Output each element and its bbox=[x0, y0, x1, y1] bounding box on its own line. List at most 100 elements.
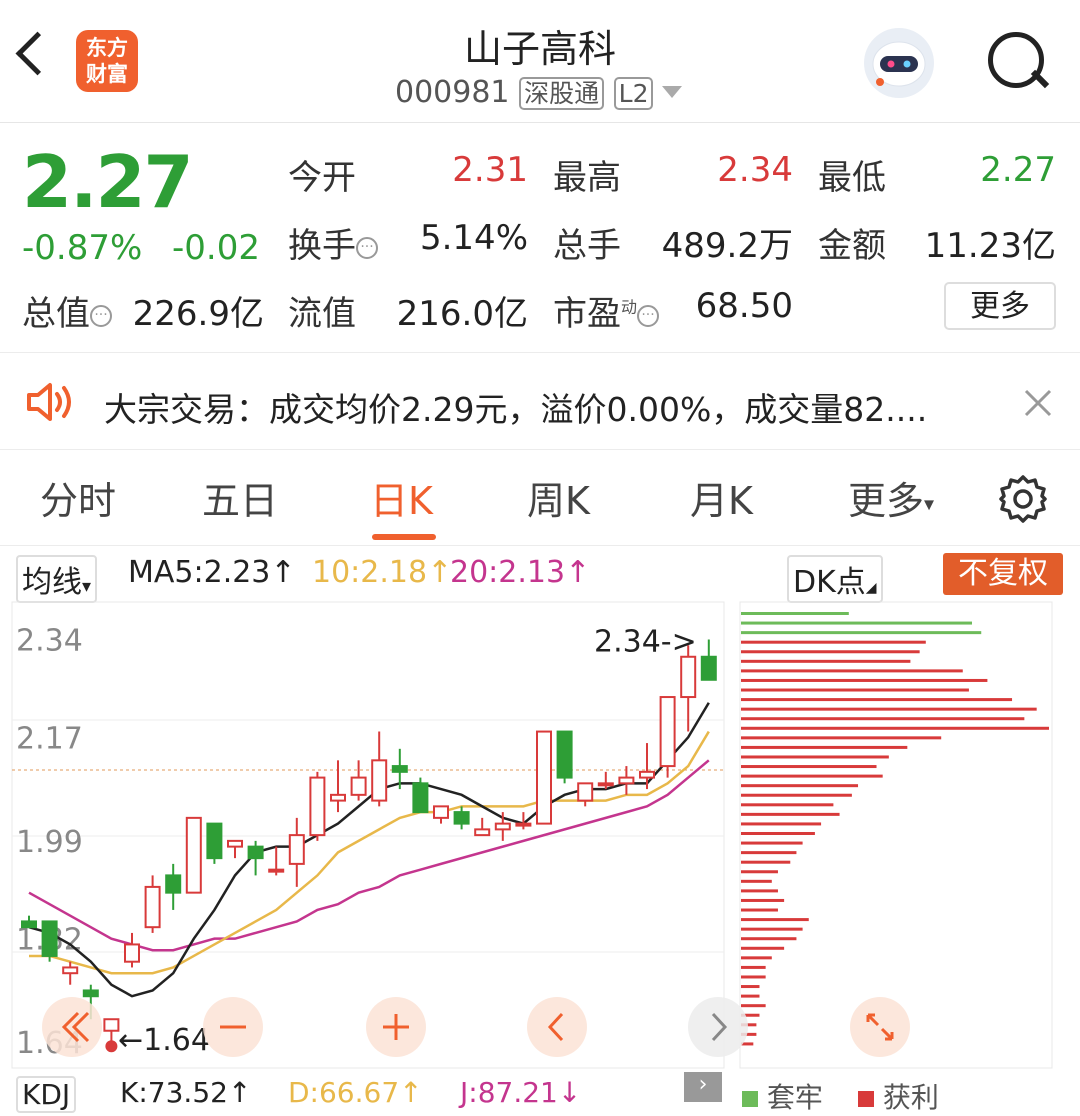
close-icon[interactable] bbox=[1024, 389, 1052, 417]
more-info-icon[interactable]: ··· bbox=[637, 304, 660, 327]
volume-label: 总手 bbox=[553, 226, 621, 266]
gear-icon[interactable] bbox=[998, 474, 1048, 524]
volume-profile-bar bbox=[741, 1004, 766, 1008]
tab-weekly-k[interactable]: 周K bbox=[527, 470, 590, 525]
candle bbox=[412, 777, 429, 814]
indicator-select-label: 均线 bbox=[22, 565, 82, 600]
tab-five-day[interactable]: 五日 bbox=[202, 470, 278, 525]
ma10-text: 10:2.18 bbox=[312, 555, 428, 590]
high-value: 2.34 bbox=[717, 150, 793, 190]
ma20-text: 20:2.13 bbox=[450, 555, 566, 590]
adjust-type-button[interactable]: 不复权 bbox=[943, 553, 1063, 595]
scroll-left-control[interactable] bbox=[42, 997, 102, 1057]
volume-profile-bar bbox=[741, 640, 926, 644]
kline-chart[interactable]: 2.342.171.991.821.64 2.34->←1.64 bbox=[0, 600, 1080, 1070]
candle bbox=[247, 840, 264, 876]
open-value: 2.31 bbox=[452, 150, 528, 190]
volume-profile-bar bbox=[741, 803, 834, 807]
kdj-select[interactable]: KDJ bbox=[16, 1076, 77, 1113]
expand-indicator-button[interactable]: › bbox=[684, 1072, 722, 1102]
volume-profile-bar bbox=[741, 698, 1013, 702]
candle-body bbox=[185, 816, 202, 894]
candle-body bbox=[618, 776, 635, 785]
arrow-up-icon: ↑ bbox=[227, 1076, 252, 1109]
more-quote-button[interactable]: 更多 bbox=[944, 282, 1056, 330]
legend-swatch-green bbox=[742, 1091, 758, 1107]
candle bbox=[144, 875, 161, 933]
volume-profile-bar bbox=[741, 793, 852, 797]
candle-body bbox=[144, 885, 161, 929]
candle-body bbox=[288, 834, 305, 865]
level2-badge[interactable]: L2 bbox=[613, 77, 654, 110]
divider bbox=[0, 352, 1080, 353]
kdj-d-text: D:66.67 bbox=[288, 1076, 400, 1109]
low-value: 2.27 bbox=[980, 150, 1056, 190]
pe-label[interactable]: 市盈动 ··· bbox=[553, 286, 660, 335]
kdj-d-value: D:66.67↑ bbox=[288, 1076, 423, 1109]
volume-profile-bar bbox=[741, 669, 963, 673]
tab-monthly-k[interactable]: 月K bbox=[690, 470, 753, 525]
volume-profile-bar bbox=[741, 975, 766, 979]
previous-button[interactable] bbox=[527, 997, 587, 1057]
volume-profile-bar bbox=[741, 898, 785, 902]
volume-profile-bar bbox=[741, 784, 859, 788]
candle bbox=[474, 817, 491, 837]
zoom-in-button[interactable] bbox=[366, 997, 426, 1057]
speaker-icon bbox=[27, 383, 71, 421]
market-cap-label[interactable]: 总值 ··· bbox=[22, 286, 112, 335]
candle bbox=[165, 863, 182, 910]
arrow-up-icon: ↑ bbox=[270, 555, 296, 590]
next-button[interactable] bbox=[688, 997, 748, 1057]
kdj-j-value: J:87.21↓ bbox=[460, 1076, 581, 1109]
volume-profile-bar bbox=[741, 832, 815, 835]
ma10-value: 10:2.18↑ bbox=[312, 555, 452, 590]
robot-avatar-icon[interactable] bbox=[864, 28, 934, 98]
tab-daily-k[interactable]: 日K bbox=[370, 470, 433, 525]
fullscreen-icon[interactable] bbox=[850, 997, 910, 1057]
volume-profile-bar bbox=[741, 612, 849, 615]
volume-profile-bar bbox=[741, 927, 803, 931]
zoom-out-button[interactable] bbox=[203, 997, 263, 1057]
open-label: 今开 bbox=[288, 158, 356, 198]
candle-body bbox=[350, 776, 367, 796]
volume-profile-bar bbox=[741, 707, 1037, 711]
candle bbox=[21, 915, 37, 929]
block-trade-notice[interactable]: 大宗交易：成交均价2.29元，溢价0.00%，成交量82.... bbox=[0, 355, 1080, 449]
candle bbox=[227, 839, 243, 859]
more-info-icon[interactable]: ··· bbox=[356, 236, 378, 259]
candle bbox=[41, 920, 58, 962]
volume-profile-bar bbox=[741, 985, 760, 989]
volume-profile-bar bbox=[741, 755, 889, 759]
legend-profit-text: 获利 bbox=[882, 1081, 939, 1114]
kdj-k-text: K:73.52 bbox=[120, 1076, 228, 1109]
volume-profile-bar bbox=[741, 726, 1049, 730]
candle-body bbox=[659, 696, 676, 768]
candle-body bbox=[206, 822, 223, 860]
tab-intraday[interactable]: 分时 bbox=[40, 470, 116, 525]
volume-profile-bar bbox=[741, 870, 778, 874]
candle bbox=[185, 816, 202, 894]
turnover-label[interactable]: 换手 ··· bbox=[288, 218, 378, 267]
ma5-text: MA5:2.23 bbox=[128, 555, 271, 590]
tab-more[interactable]: 更多▾ bbox=[848, 470, 934, 525]
ma20-value: 20:2.13↑ bbox=[450, 555, 590, 590]
candle-body bbox=[247, 845, 264, 860]
caret-down-icon[interactable] bbox=[662, 86, 682, 98]
market-cap-value: 226.9亿 bbox=[132, 294, 264, 334]
candle-body bbox=[577, 782, 594, 802]
candle bbox=[350, 760, 367, 801]
more-info-icon[interactable]: ··· bbox=[90, 304, 112, 327]
dk-point-label: DK点 bbox=[793, 565, 866, 600]
current-price: 2.27 bbox=[22, 140, 194, 224]
divider bbox=[0, 449, 1080, 450]
candle-body bbox=[62, 966, 79, 975]
high-price-label: 2.34-> bbox=[594, 625, 697, 660]
candle bbox=[103, 1018, 120, 1043]
candle bbox=[268, 846, 285, 876]
dk-point-select[interactable]: DK点◢ bbox=[787, 555, 883, 603]
notice-text: 大宗交易：成交均价2.29元，溢价0.00%，成交量82.... bbox=[104, 390, 928, 429]
indicator-select[interactable]: 均线▾ bbox=[16, 555, 98, 603]
app-header: 东方 财富 山子高科 000981 深股通 L2 bbox=[0, 0, 1080, 123]
candle bbox=[371, 731, 388, 807]
volume-profile-bar bbox=[741, 841, 803, 845]
